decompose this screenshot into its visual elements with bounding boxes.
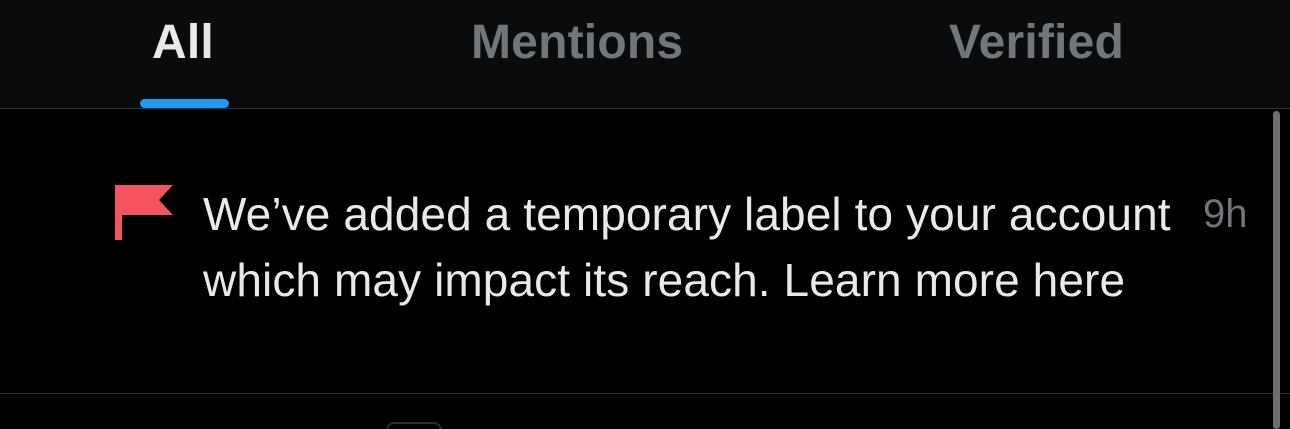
notification-item[interactable]: We’ve added a temporary label to your ac… — [0, 109, 1290, 393]
tab-all-label: All — [152, 16, 214, 69]
next-notification-partial — [386, 422, 442, 429]
notification-timestamp: 9h — [1203, 192, 1248, 236]
row-divider — [0, 393, 1290, 394]
scrollbar-thumb[interactable] — [1273, 111, 1280, 429]
tab-mentions-label: Mentions — [471, 16, 684, 69]
tab-mentions[interactable]: Mentions — [440, 0, 730, 108]
flag-icon — [113, 181, 175, 243]
tab-all[interactable]: All — [100, 0, 270, 108]
notification-text: We’ve added a temporary label to your ac… — [203, 188, 1171, 306]
tab-bar: All Mentions Verified — [0, 0, 1290, 109]
tab-verified[interactable]: Verified — [920, 0, 1180, 108]
active-tab-indicator — [140, 99, 229, 108]
tab-verified-label: Verified — [949, 16, 1125, 69]
